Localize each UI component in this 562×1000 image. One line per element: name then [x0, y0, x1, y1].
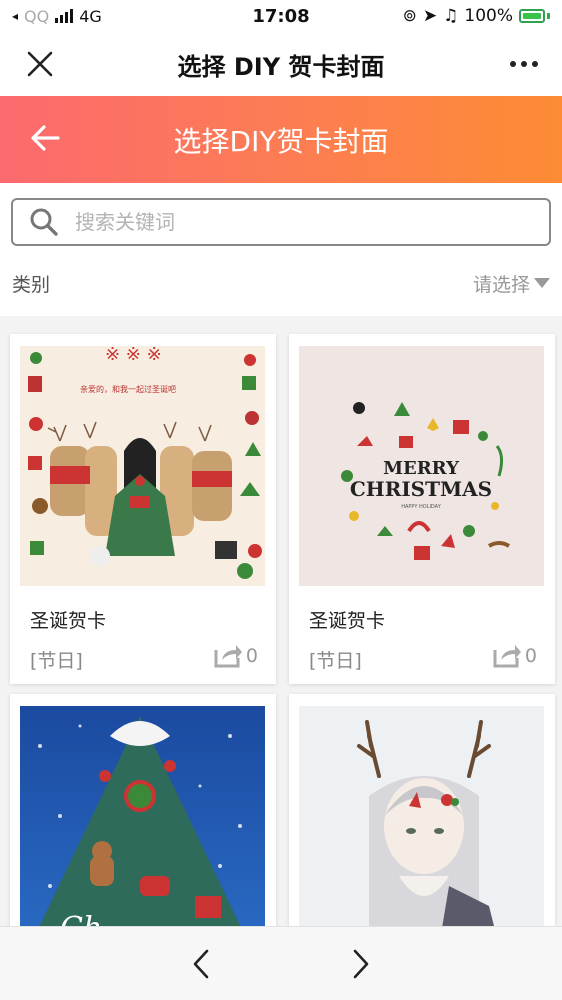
carrier-label: QQ [24, 6, 50, 26]
card-share[interactable]: 0 [491, 642, 537, 670]
more-dots-icon[interactable] [504, 46, 544, 82]
category-row: 类别 请选择 [0, 258, 562, 308]
share-count: 0 [245, 645, 258, 667]
artwork-christmas: CHRISTMAS [350, 477, 492, 501]
card-cover-image [299, 706, 544, 926]
search-box[interactable] [11, 198, 551, 246]
card-christmas-4[interactable] [289, 694, 555, 926]
card-cover-image: ※ ※ ※ 亲爱的，和我一起过圣诞吧 [20, 346, 265, 586]
arrow-left-icon[interactable] [28, 120, 64, 156]
artwork-merry: MERRY [383, 458, 460, 479]
card-cover-image: MERRY CHRISTMAS HAPPY HOLIDAY [299, 346, 544, 586]
card-christmas-2[interactable]: MERRY CHRISTMAS HAPPY HOLIDAY 圣诞贺卡 [节日] … [289, 334, 555, 684]
network-label: 4G [79, 6, 102, 26]
svg-text:Ch: Ch [60, 911, 102, 926]
headphones-icon: ♫ [443, 6, 459, 26]
search-icon [30, 208, 58, 236]
card-title: 圣诞贺卡 [30, 610, 107, 632]
share-icon [493, 645, 521, 668]
nav-bar: 选择 DIY 贺卡封面 [0, 32, 562, 96]
page-title: 选择DIY贺卡封面 [173, 124, 389, 158]
card-share[interactable]: 0 [212, 642, 258, 670]
category-label: 类别 [12, 273, 51, 296]
battery-label: 100% [464, 6, 513, 26]
nav-title: 选择 DIY 贺卡封面 [177, 52, 385, 81]
cell-signal-icon [55, 9, 74, 23]
share-count: 0 [524, 645, 537, 667]
search-input[interactable] [75, 210, 549, 234]
artwork-happy-holiday: HAPPY HOLIDAY [401, 504, 441, 510]
status-bar: ◂ QQ 4G 17:08 ⊚ ➤ ♫ 100% [0, 0, 562, 32]
card-christmas-1[interactable]: ※ ※ ※ 亲爱的，和我一起过圣诞吧 圣诞贺卡 [节日] 0 [10, 334, 276, 684]
chevron-left-icon[interactable] [181, 944, 221, 984]
close-icon[interactable] [22, 46, 58, 82]
svg-text:※ ※ ※: ※ ※ ※ [105, 346, 162, 365]
section-divider [0, 316, 562, 326]
location-icon: ➤ [422, 6, 438, 26]
share-icon [214, 645, 242, 668]
category-select[interactable]: 请选择 [473, 270, 550, 297]
card-tag: [节日] [309, 650, 362, 672]
card-grid: ※ ※ ※ 亲爱的，和我一起过圣诞吧 圣诞贺卡 [节日] 0 MERRY CHR… [0, 326, 562, 926]
card-christmas-3[interactable]: Ch [10, 694, 276, 926]
category-select-value: 请选择 [472, 273, 530, 296]
card-cover-image: Ch [20, 706, 265, 926]
status-left: ◂ QQ 4G [12, 7, 102, 26]
page-header: 选择DIY贺卡封面 [0, 96, 562, 183]
chevron-right-icon[interactable] [341, 944, 381, 984]
signal-icon: ◂ [12, 9, 19, 23]
status-right: ⊚ ➤ ♫ 100% [403, 6, 550, 26]
card-tag: [节日] [30, 650, 83, 672]
battery-icon [519, 9, 545, 23]
svg-text:亲爱的，和我一起过圣诞吧: 亲爱的，和我一起过圣诞吧 [80, 384, 176, 394]
card-title: 圣诞贺卡 [309, 610, 386, 632]
caret-down-icon [534, 278, 550, 288]
bottom-toolbar [0, 926, 562, 1000]
lock-rotation-icon: ⊚ [402, 6, 417, 26]
